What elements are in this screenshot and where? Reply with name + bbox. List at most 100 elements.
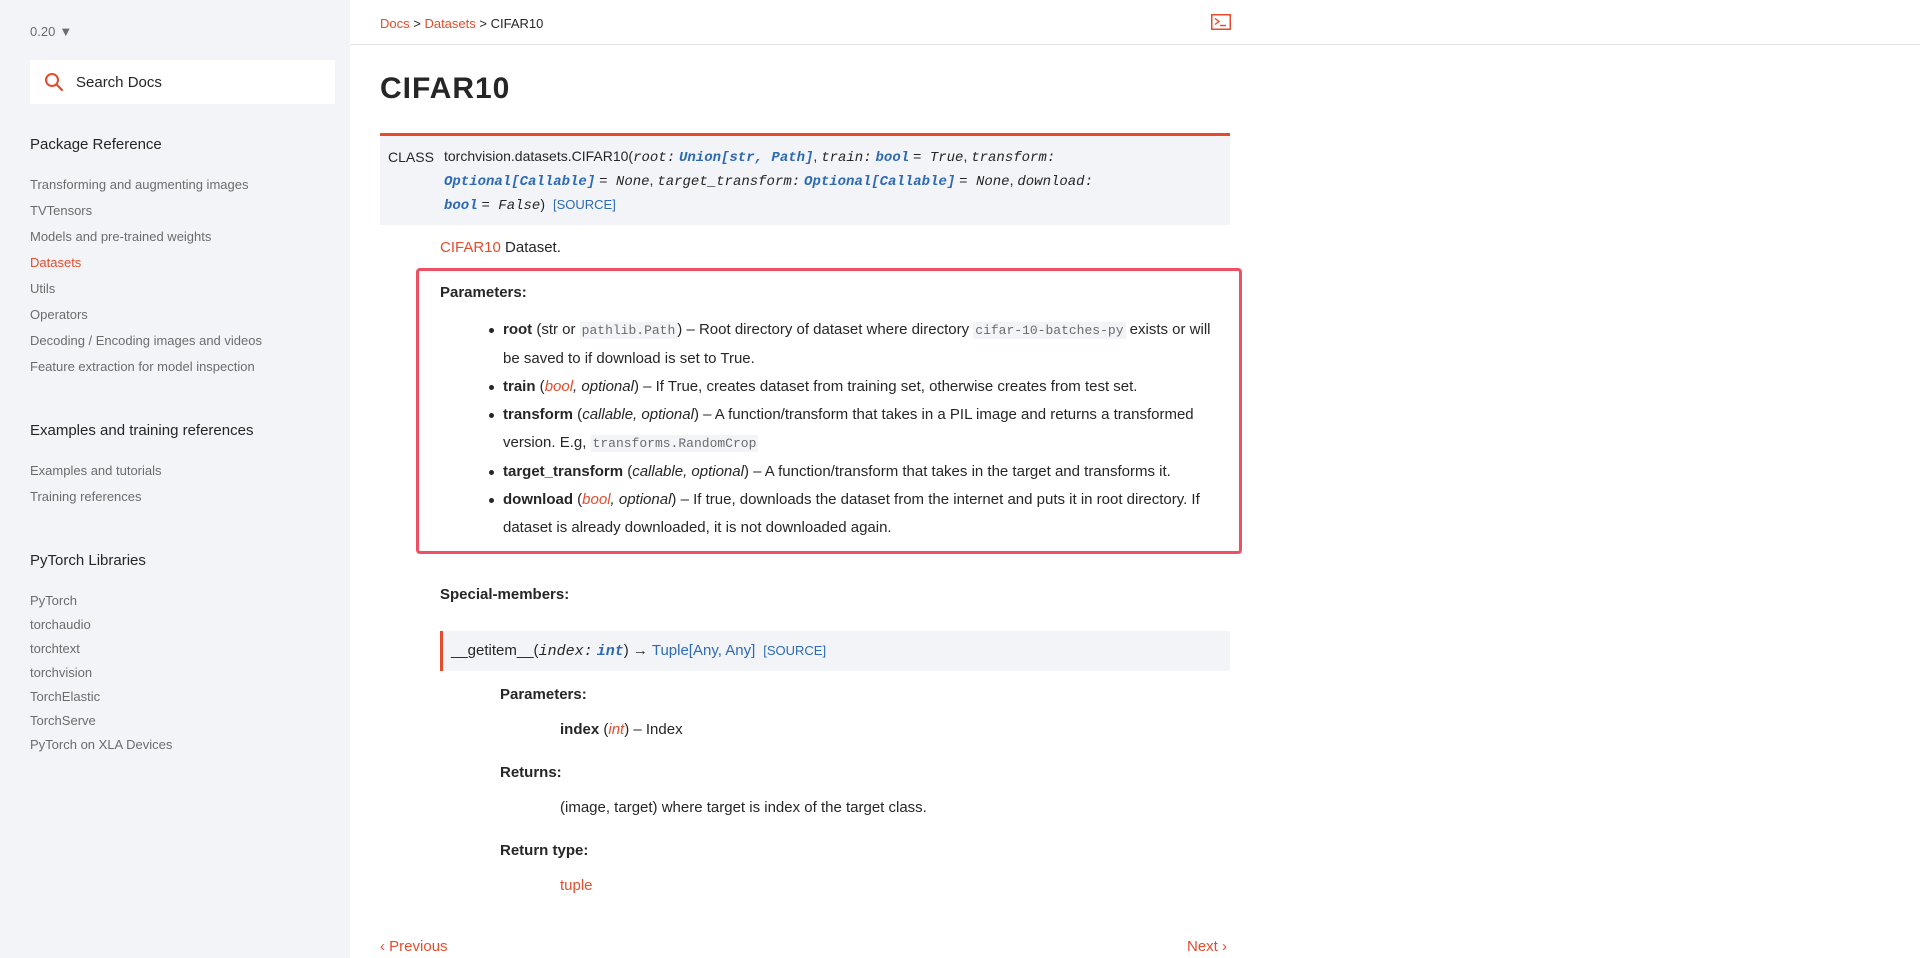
param-text: ) – Root directory of dataset where dire… <box>677 321 974 338</box>
sidebar-item-pytorch-xla[interactable]: PyTorch on XLA Devices <box>30 733 172 757</box>
sidebar-item-transforms[interactable]: Transforming and augmenting images <box>30 172 262 198</box>
signature-type-transform[interactable]: Optional[Callable] <box>444 174 595 190</box>
param-name: transform <box>503 406 574 423</box>
breadcrumb-docs[interactable]: Docs <box>380 16 410 31</box>
sidebar-item-torchtext[interactable]: torchtext <box>30 637 172 661</box>
sidebar-item-models[interactable]: Models and pre-trained weights <box>30 224 262 250</box>
class-signature: CLASS torchvision.datasets.CIFAR10(root:… <box>380 133 1230 225</box>
param-target-transform: target_transform (callable, optional) – … <box>489 458 1223 486</box>
sidebar-item-tvtensors[interactable]: TVTensors <box>30 198 262 224</box>
next-button[interactable]: Next › <box>1187 938 1227 955</box>
version-label: 0.20 <box>30 24 56 39</box>
param-text: ( <box>573 406 583 423</box>
sidebar-item-torchvision[interactable]: torchvision <box>30 661 172 685</box>
signature-arg-download: download: <box>1017 174 1093 190</box>
param-name: target_transform <box>503 463 624 480</box>
param-optional: optional <box>581 378 634 395</box>
signature-arg-target-transform: target_transform: <box>657 174 801 190</box>
arrow: → <box>628 642 652 659</box>
previous-label: Previous <box>389 938 448 955</box>
getitem-arg-type[interactable]: int <box>597 643 624 660</box>
param-name: train <box>503 378 536 395</box>
param-text: ) – A function/transform that takes in t… <box>743 463 1171 480</box>
page-title: CIFAR10 <box>380 72 511 105</box>
sidebar-item-torchelastic[interactable]: TorchElastic <box>30 685 172 709</box>
signature-type-target-transform[interactable]: Optional[Callable] <box>804 174 955 190</box>
sidebar-item-feature-extraction[interactable]: Feature extraction for model inspection <box>30 354 262 380</box>
param-download: download (bool, optional) – If true, dow… <box>489 486 1223 542</box>
top-bar: Docs > Datasets > CIFAR10 <box>350 0 1920 45</box>
sidebar-item-decoding-encoding[interactable]: Decoding / Encoding images and videos <box>30 328 262 354</box>
breadcrumb-current: CIFAR10 <box>490 16 544 31</box>
return-type-link[interactable]: tuple <box>560 877 593 894</box>
breadcrumb-datasets[interactable]: Datasets <box>424 16 475 31</box>
param-text: ( <box>623 463 633 480</box>
previous-button[interactable]: ‹ Previous <box>380 938 448 955</box>
getitem-arg: index: <box>538 643 593 660</box>
signature-type-download[interactable]: bool <box>444 198 478 214</box>
cifar10-link[interactable]: CIFAR10 <box>440 239 501 256</box>
description-text: Dataset. <box>500 239 561 256</box>
param-text: , <box>610 491 619 508</box>
getitem-param-name: index <box>560 721 600 738</box>
breadcrumb: Docs > Datasets > CIFAR10 <box>380 16 543 31</box>
sidebar-item-torchaudio[interactable]: torchaudio <box>30 613 172 637</box>
section-title-examples: Examples and training references <box>30 422 254 439</box>
nav-list-package-reference: Transforming and augmenting images TVTen… <box>30 172 262 380</box>
parameters-list: root (str or pathlib.Path) – Root direct… <box>489 316 1223 542</box>
search-icon <box>45 73 64 92</box>
sidebar-item-utils[interactable]: Utils <box>30 276 262 302</box>
sidebar-item-examples-tutorials[interactable]: Examples and tutorials <box>30 458 162 484</box>
breadcrumb-separator: > <box>475 16 491 31</box>
source-link[interactable]: [SOURCE] <box>553 197 616 212</box>
chevron-right-icon: › <box>1217 938 1228 955</box>
breadcrumb-separator: > <box>409 16 425 31</box>
param-text: ( <box>599 721 609 738</box>
sidebar-item-pytorch[interactable]: PyTorch <box>30 589 172 613</box>
signature-default-transform: = None <box>599 174 650 190</box>
signature-type-root[interactable]: Union[str, Path] <box>679 150 813 166</box>
signature-type-train[interactable]: bool <box>876 150 910 166</box>
search-box[interactable] <box>30 60 335 104</box>
nav-list-pytorch-libraries: PyTorch torchaudio torchtext torchvision… <box>30 589 172 757</box>
param-text: ( <box>573 491 583 508</box>
signature-default-target-transform: = None <box>959 174 1010 190</box>
sidebar-item-operators[interactable]: Operators <box>30 302 262 328</box>
getitem-parameters-label: Parameters: <box>500 686 587 703</box>
param-code: pathlib.Path <box>579 322 678 339</box>
param-name: root <box>503 321 533 338</box>
param-text: ) – Index <box>624 721 683 738</box>
returns-value: (image, target) where target is index of… <box>560 799 927 816</box>
sidebar-item-torchserve[interactable]: TorchServe <box>30 709 172 733</box>
class-description: CIFAR10 Dataset. <box>440 239 561 256</box>
signature-default-train: = True <box>913 150 964 166</box>
param-type: callable, optional <box>632 463 744 480</box>
special-members-label: Special-members: <box>440 586 570 603</box>
signature-name: torchvision.datasets.CIFAR10( <box>444 148 634 164</box>
signature-arg-transform: transform: <box>971 150 1056 166</box>
param-code: cifar-10-batches-py <box>973 322 1126 339</box>
getitem-param-type[interactable]: int <box>608 721 624 738</box>
param-text: ) – If True, creates dataset from traini… <box>633 378 1138 395</box>
search-input[interactable] <box>74 72 318 92</box>
param-transform: transform (callable, optional) – A funct… <box>489 401 1223 458</box>
param-name: download <box>503 491 573 508</box>
param-code: transforms.RandomCrop <box>590 435 759 452</box>
getitem-return-type[interactable]: Tuple[Any, Any] <box>652 642 755 659</box>
getitem-name: __getitem__( <box>451 642 539 659</box>
getitem-source-link[interactable]: [SOURCE] <box>763 643 826 658</box>
sidebar-item-training-references[interactable]: Training references <box>30 484 162 510</box>
parameters-label: Parameters: <box>440 284 527 301</box>
return-type-label: Return type: <box>500 842 589 859</box>
signature-default-download: = False <box>481 198 541 214</box>
param-type-link[interactable]: bool <box>582 491 610 508</box>
version-selector[interactable]: 0.20 ▼ <box>30 24 72 39</box>
param-type-link[interactable]: bool <box>545 378 573 395</box>
param-text: (str or <box>532 321 580 338</box>
param-root: root (str or pathlib.Path) – Root direct… <box>489 316 1223 373</box>
terminal-icon[interactable] <box>1211 14 1231 30</box>
chevron-left-icon: ‹ <box>380 938 390 955</box>
next-label: Next <box>1187 938 1218 955</box>
signature-line-1: torchvision.datasets.CIFAR10(root: Union… <box>444 148 1056 166</box>
sidebar-item-datasets[interactable]: Datasets <box>30 250 262 276</box>
